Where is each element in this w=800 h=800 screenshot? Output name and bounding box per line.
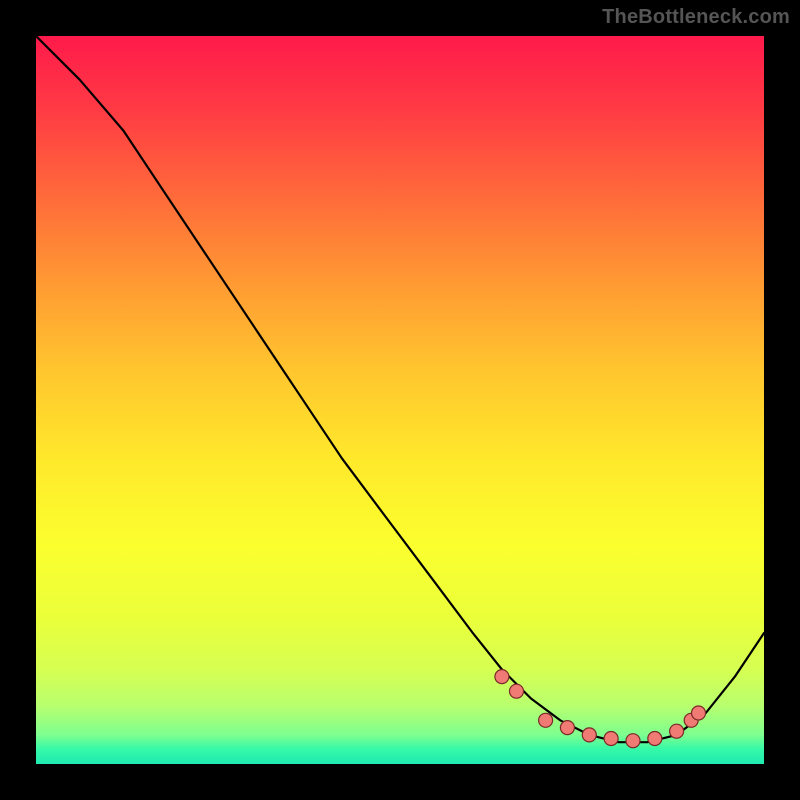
- curve-marker: [604, 732, 618, 746]
- watermark-text: TheBottleneck.com: [602, 6, 790, 29]
- curve-layer: [36, 36, 764, 764]
- curve-marker: [582, 728, 596, 742]
- plot-area: [36, 36, 764, 764]
- curve-marker: [495, 670, 509, 684]
- curve-marker: [560, 721, 574, 735]
- chart-frame: TheBottleneck.com: [0, 0, 800, 800]
- curve-markers: [495, 670, 706, 748]
- curve-marker: [648, 732, 662, 746]
- curve-marker: [626, 734, 640, 748]
- curve-marker: [510, 684, 524, 698]
- bottleneck-curve: [36, 36, 764, 742]
- curve-marker: [692, 706, 706, 720]
- curve-marker: [670, 724, 684, 738]
- curve-marker: [539, 713, 553, 727]
